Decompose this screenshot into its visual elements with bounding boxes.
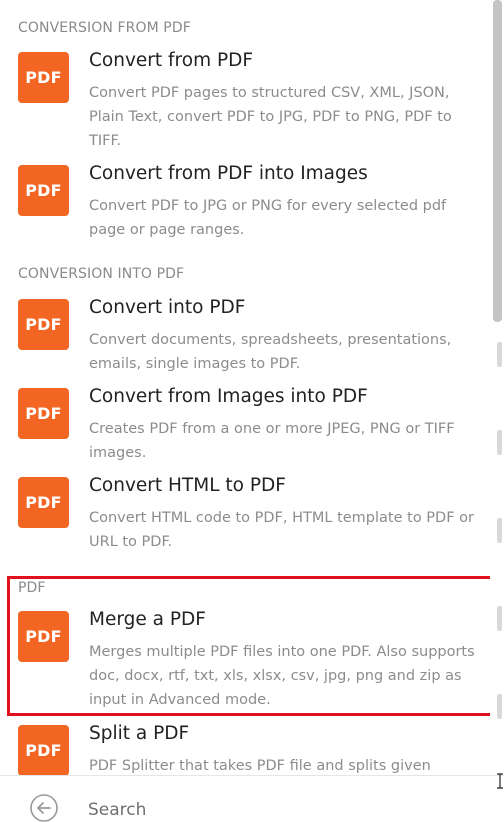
item-title: Merge a PDF xyxy=(89,609,206,630)
pdf-icon: PDF xyxy=(18,165,69,216)
pdf-icon: PDF xyxy=(18,477,69,528)
item-description: Convert PDF pages to structured CSV, XML… xyxy=(89,85,452,149)
item-title: Split a PDF xyxy=(89,723,190,744)
scrollbar-marker xyxy=(497,606,502,631)
search-bar xyxy=(0,775,504,822)
item-description: Convert PDF to JPG or PNG for every sele… xyxy=(89,198,447,238)
pdf-icon: PDF xyxy=(18,388,69,439)
item-title: Convert HTML to PDF xyxy=(89,475,286,496)
item-description: Convert HTML code to PDF, HTML template … xyxy=(89,510,474,550)
item-title: Convert from PDF into Images xyxy=(89,163,368,184)
item-description: Merges multiple PDF files into one PDF. … xyxy=(89,644,475,708)
pdf-icon: PDF xyxy=(18,299,69,350)
pdf-icon: PDF xyxy=(18,725,69,775)
item-title: Convert from Images into PDF xyxy=(89,386,368,407)
section-header-conversion-into-pdf: CONVERSION INTO PDF xyxy=(18,266,185,282)
item-title: Convert into PDF xyxy=(89,297,246,318)
scrollbar-thumb[interactable] xyxy=(493,0,502,322)
item-description: PDF Splitter that takes PDF file and spl… xyxy=(89,758,431,774)
item-description: Convert documents, spreadsheets, present… xyxy=(89,332,452,372)
section-header-pdf: PDF xyxy=(18,580,46,596)
pdf-icon: PDF xyxy=(18,611,69,662)
module-list: CONVERSION FROM PDF PDF Convert from PDF… xyxy=(0,0,490,775)
pdf-icon: PDF xyxy=(18,52,69,103)
scrollbar-marker xyxy=(497,694,502,719)
circle-arrow-left-icon[interactable] xyxy=(29,793,59,822)
scrollbar-marker xyxy=(497,430,502,455)
text-cursor-icon xyxy=(497,773,503,789)
scrollbar-marker xyxy=(497,342,502,367)
search-input[interactable] xyxy=(88,798,468,822)
item-description: Creates PDF from a one or more JPEG, PNG… xyxy=(89,421,455,461)
section-header-conversion-from-pdf: CONVERSION FROM PDF xyxy=(18,20,191,36)
scrollbar-marker xyxy=(497,518,502,543)
item-title: Convert from PDF xyxy=(89,50,254,71)
